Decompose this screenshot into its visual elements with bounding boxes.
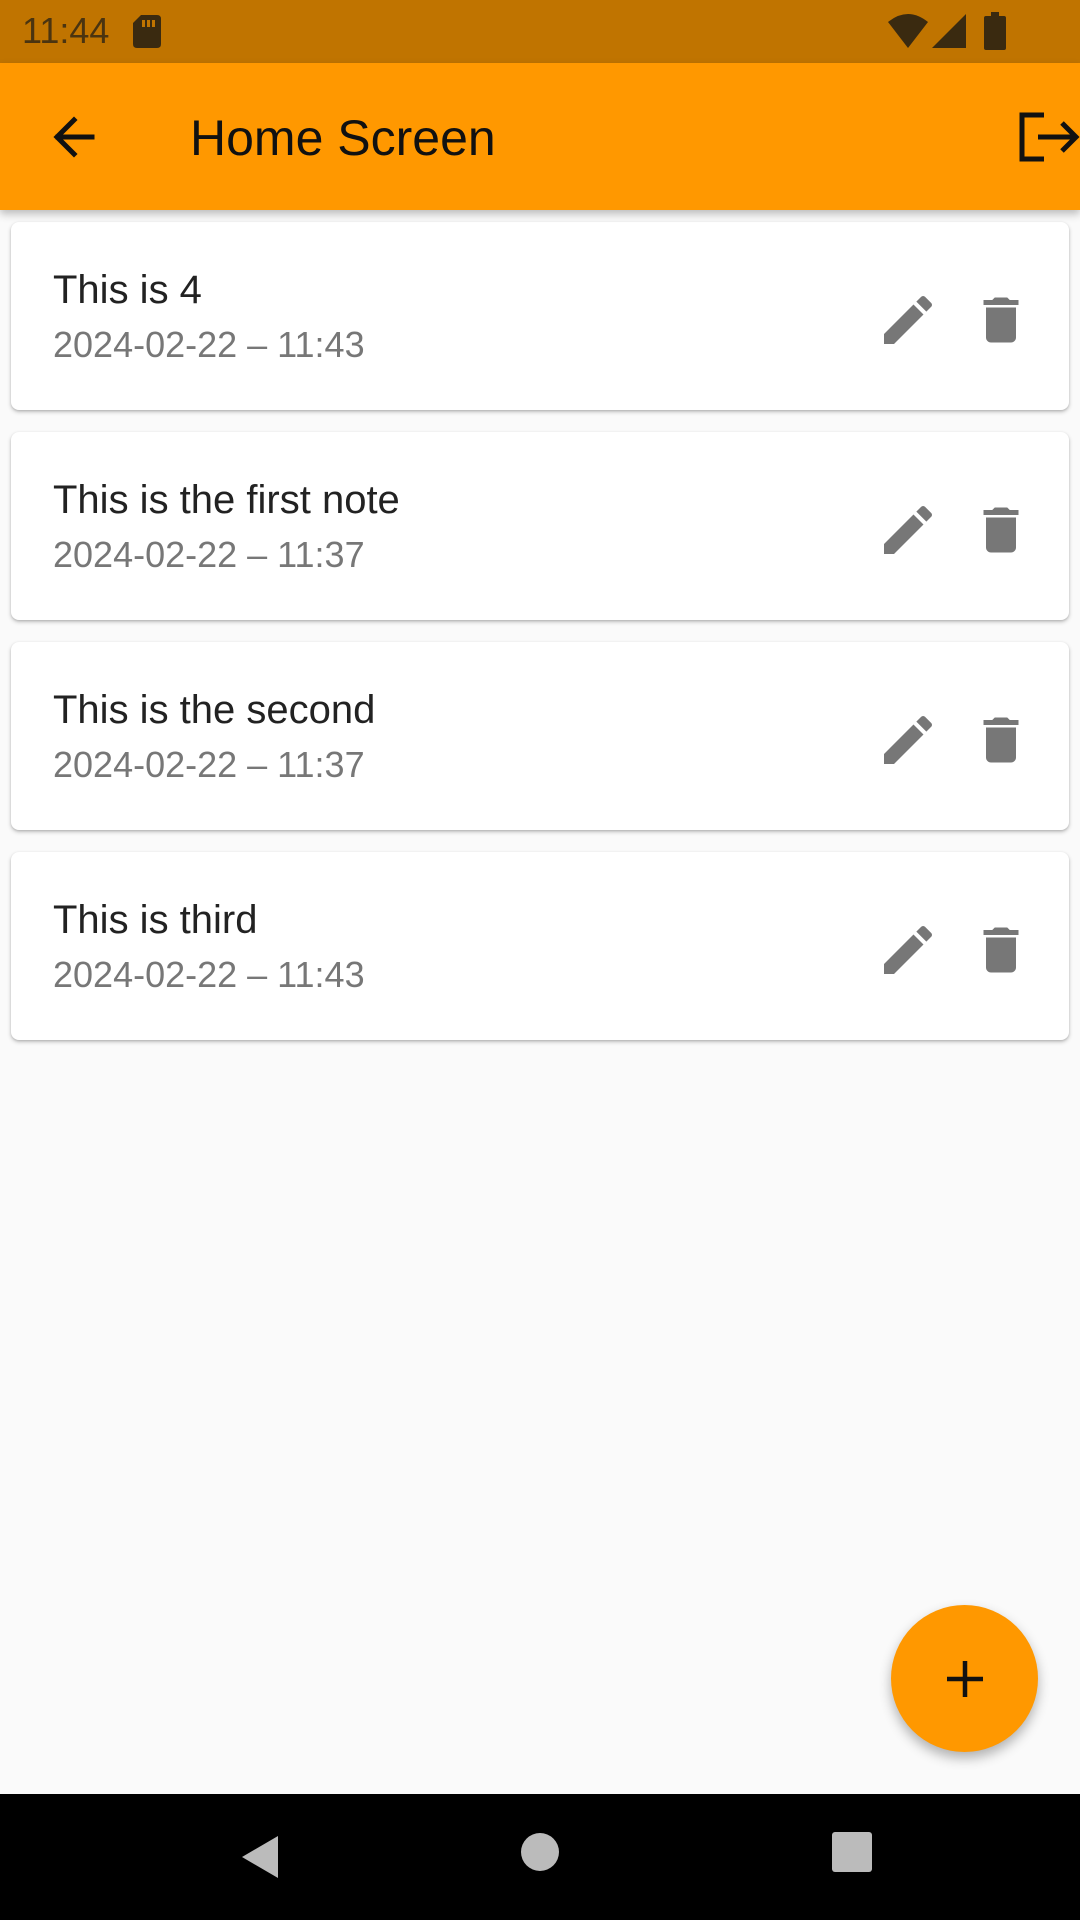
trash-icon[interactable] [971, 288, 1031, 352]
trash-icon[interactable] [971, 918, 1031, 982]
note-card[interactable]: This is 4 2024-02-22 – 11:43 [11, 222, 1069, 410]
note-date: 2024-02-22 – 11:37 [53, 534, 365, 575]
sd-card-icon [133, 15, 161, 48]
arrow-back-icon[interactable] [44, 107, 104, 167]
pencil-icon[interactable] [876, 288, 940, 352]
signal-icon [932, 14, 966, 48]
status-bar: 11:44 [0, 0, 1080, 63]
note-title: This is third [53, 898, 258, 942]
trash-icon[interactable] [971, 708, 1031, 772]
wifi-icon [888, 14, 928, 48]
status-time: 11:44 [22, 10, 110, 51]
pencil-icon[interactable] [876, 918, 940, 982]
note-card[interactable]: This is the first note 2024-02-22 – 11:3… [11, 432, 1069, 620]
nav-home-icon[interactable] [520, 1832, 560, 1872]
pencil-icon[interactable] [876, 708, 940, 772]
battery-icon [984, 12, 1006, 50]
note-card[interactable]: This is the second 2024-02-22 – 11:37 [11, 642, 1069, 830]
nav-recents-icon[interactable] [830, 1830, 874, 1874]
trash-icon[interactable] [971, 498, 1031, 562]
note-date: 2024-02-22 – 11:37 [53, 744, 365, 785]
app-bar: Home Screen [0, 63, 1080, 210]
page-title: Home Screen [190, 110, 496, 166]
pencil-icon[interactable] [876, 498, 940, 562]
system-nav-bar [0, 1794, 1080, 1920]
nav-back-icon[interactable] [236, 1832, 286, 1882]
note-title: This is the first note [53, 478, 400, 522]
note-date: 2024-02-22 – 11:43 [53, 324, 365, 365]
note-date: 2024-02-22 – 11:43 [53, 954, 365, 995]
note-card[interactable]: This is third 2024-02-22 – 11:43 [11, 852, 1069, 1040]
note-title: This is the second [53, 688, 376, 732]
logout-icon[interactable] [1018, 107, 1080, 167]
plus-icon [946, 1660, 983, 1697]
add-note-button[interactable] [891, 1605, 1038, 1752]
note-title: This is 4 [53, 268, 202, 312]
